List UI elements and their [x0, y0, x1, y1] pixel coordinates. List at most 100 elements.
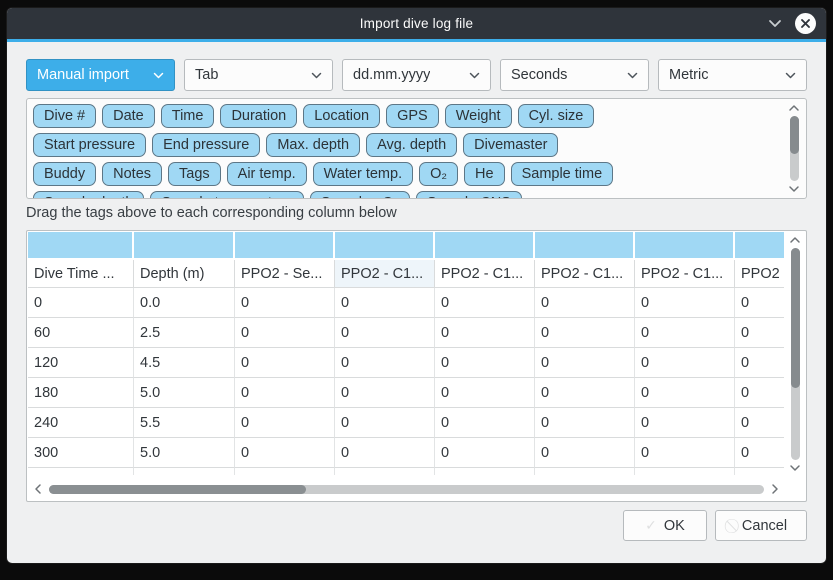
table-cell: 0 — [535, 378, 635, 408]
scroll-up-icon[interactable] — [788, 233, 802, 247]
table-cell: 0 — [535, 408, 635, 438]
table-cell: 0 — [635, 318, 735, 348]
column-drop-target-2[interactable] — [235, 232, 335, 260]
tag-start-pressure[interactable]: Start pressure — [33, 133, 146, 157]
table-cell: 0 — [535, 318, 635, 348]
tag-avg-depth[interactable]: Avg. depth — [366, 133, 457, 157]
tag-time[interactable]: Time — [161, 104, 215, 128]
chevron-down-icon[interactable] — [767, 19, 783, 29]
tag-o[interactable]: O₂ — [419, 162, 458, 186]
tag-date[interactable]: Date — [102, 104, 155, 128]
column-header-3: PPO2 - C1... — [335, 260, 435, 288]
combo-label: Metric — [669, 67, 708, 83]
column-drop-target-0[interactable] — [28, 232, 134, 260]
window-title: Import dive log file — [7, 16, 826, 31]
column-drop-target-5[interactable] — [535, 232, 635, 260]
tag-weight[interactable]: Weight — [445, 104, 512, 128]
scrollbar-thumb[interactable] — [791, 248, 800, 388]
table-cell: 0 — [335, 348, 435, 378]
column-drop-target-6[interactable] — [635, 232, 735, 260]
combo-label: Seconds — [511, 67, 567, 83]
chevron-down-icon — [469, 72, 480, 79]
combo-4-dropdown[interactable]: Metric — [658, 59, 807, 91]
scrollbar-track[interactable] — [791, 248, 800, 460]
tag-dive[interactable]: Dive # — [33, 104, 96, 128]
table-cell: 0 — [735, 288, 784, 318]
tag-max-depth[interactable]: Max. depth — [266, 133, 360, 157]
scrollbar-track[interactable] — [49, 485, 764, 494]
table-vertical-scrollbar[interactable] — [785, 233, 805, 475]
table-horizontal-scrollbar[interactable] — [31, 480, 782, 498]
scroll-down-icon[interactable] — [787, 182, 801, 196]
check-icon: ✓ — [645, 517, 657, 534]
combo-label: dd.mm.yyyy — [353, 67, 430, 83]
column-header-6: PPO2 - C1... — [635, 260, 735, 288]
scroll-down-icon[interactable] — [788, 461, 802, 475]
tag-gps[interactable]: GPS — [386, 104, 439, 128]
tag-cyl-size[interactable]: Cyl. size — [518, 104, 595, 128]
import-dive-log-dialog: Import dive log file Manual import Tab dd.… — [7, 8, 826, 563]
tag-notes[interactable]: Notes — [102, 162, 162, 186]
table-cell: 0 — [335, 438, 435, 468]
table-cell: 0 — [28, 288, 134, 318]
column-drop-target-3[interactable] — [335, 232, 435, 260]
tag-air-temp[interactable]: Air temp. — [227, 162, 307, 186]
titlebar[interactable]: Import dive log file — [7, 8, 826, 42]
tag-tags[interactable]: Tags — [168, 162, 221, 186]
table-row: 602.5000000 — [28, 318, 784, 348]
table-cell: 0 — [435, 378, 535, 408]
combo-1-dropdown[interactable]: Tab — [184, 59, 333, 91]
scroll-up-icon[interactable] — [787, 101, 801, 115]
combo-0-dropdown[interactable]: Manual import — [26, 59, 175, 91]
table-cell: 0 — [535, 348, 635, 378]
table-cell: 0 — [735, 318, 784, 348]
tag-sample-temperature[interactable]: Sample temperature — [150, 191, 303, 199]
tag-location[interactable]: Location — [303, 104, 380, 128]
combo-3-dropdown[interactable]: Seconds — [500, 59, 649, 91]
tag-sample-time[interactable]: Sample time — [511, 162, 614, 186]
chevron-down-icon — [785, 72, 796, 79]
csv-preview-table: Dive Time ...Depth (m)PPO2 - Se...PPO2 -… — [26, 230, 807, 502]
table-cell: 0 — [635, 348, 735, 378]
scroll-right-icon[interactable] — [768, 482, 782, 496]
ok-button[interactable]: ✓ OK — [623, 510, 707, 541]
scrollbar-thumb[interactable] — [49, 485, 306, 494]
tag-sample-depth[interactable]: Sample depth — [33, 191, 144, 199]
tag-end-pressure[interactable]: End pressure — [152, 133, 260, 157]
close-icon[interactable] — [795, 13, 816, 34]
scrollbar-thumb[interactable] — [790, 116, 799, 154]
column-drop-target-1[interactable] — [134, 232, 235, 260]
scrollbar-track[interactable] — [790, 116, 799, 181]
tag-row-3: Sample depth Sample temperature Sample pO₂… — [33, 191, 780, 199]
column-drop-target-7[interactable] — [735, 232, 784, 260]
tag-water-temp[interactable]: Water temp. — [313, 162, 413, 186]
table-header-row: Dive Time ...Depth (m)PPO2 - Se...PPO2 -… — [28, 260, 784, 288]
table-cell: 0 — [235, 318, 335, 348]
table-cell — [535, 468, 635, 475]
tag-duration[interactable]: Duration — [220, 104, 297, 128]
column-header-5: PPO2 - C1... — [535, 260, 635, 288]
table-cell: 0 — [735, 438, 784, 468]
tag-sample-cns[interactable]: Sample CNS — [416, 191, 522, 199]
tag-palette-scrollbar[interactable] — [784, 101, 804, 196]
tag-buddy[interactable]: Buddy — [33, 162, 96, 186]
tag-sample-po[interactable]: Sample pO₂ — [310, 191, 410, 199]
table-cell: 0 — [535, 438, 635, 468]
combo-2-dropdown[interactable]: dd.mm.yyyy — [342, 59, 491, 91]
table-cell — [735, 468, 784, 475]
column-header-7: PPO2 — [735, 260, 784, 288]
cancel-button[interactable]: ⃠ Cancel — [715, 510, 807, 541]
import-options-row: Manual import Tab dd.mm.yyyy Seconds Metric — [26, 59, 807, 91]
combo-label: Tab — [195, 67, 218, 83]
column-drop-target-4[interactable] — [435, 232, 535, 260]
tag-he[interactable]: He — [464, 162, 505, 186]
tag-divemaster[interactable]: Divemaster — [463, 133, 558, 157]
table-cell: 0 — [335, 288, 435, 318]
scroll-left-icon[interactable] — [31, 482, 45, 496]
table-row: 2405.5000000 — [28, 408, 784, 438]
table-row: 3005.0000000 — [28, 438, 784, 468]
table-cell — [635, 468, 735, 475]
table-cell: 240 — [28, 408, 134, 438]
table-cell: 0 — [735, 348, 784, 378]
table-grid: Dive Time ...Depth (m)PPO2 - Se...PPO2 -… — [28, 232, 784, 475]
